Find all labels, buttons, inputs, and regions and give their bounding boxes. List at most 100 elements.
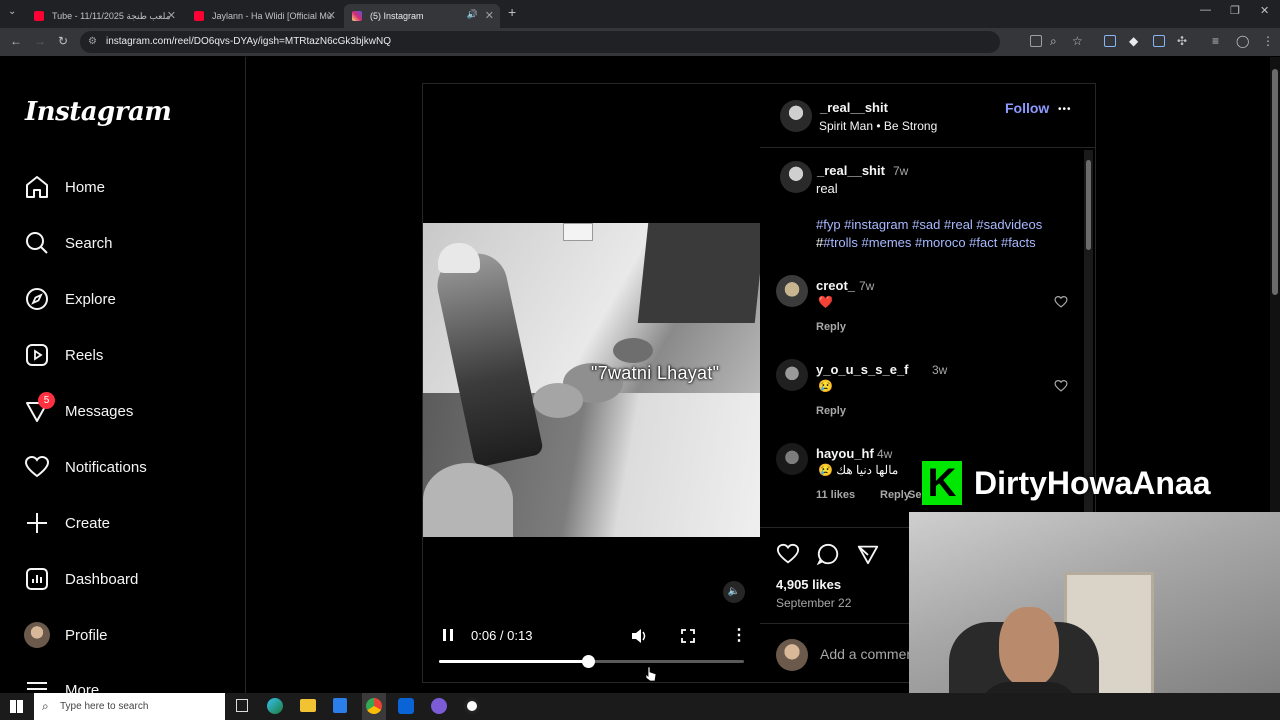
share-send-icon[interactable] (856, 542, 880, 566)
sidebar-item-search[interactable]: Search (24, 228, 113, 258)
mute-toggle-icon[interactable]: 🔈 (723, 581, 745, 603)
edge-icon[interactable] (267, 698, 283, 714)
bookmark-star-icon[interactable]: ☆ (1072, 34, 1083, 48)
fullscreen-icon[interactable] (681, 629, 695, 643)
wall-fixture (563, 223, 593, 241)
sidebar-item-messages[interactable]: 5 Messages (24, 392, 134, 426)
author-avatar[interactable] (780, 100, 812, 132)
comment-avatar[interactable] (776, 443, 808, 475)
address-bar[interactable]: ⚙ instagram.com/reel/DO6qvs-DYAy/igsh=MT… (80, 31, 1000, 53)
comment-age: 3w (932, 363, 948, 377)
browser-menu-icon[interactable]: ⋮ (1262, 34, 1274, 48)
taskbar-search-placeholder: Type here to search (60, 701, 149, 712)
comment-avatar[interactable] (776, 359, 808, 391)
see-translation-button[interactable]: Se (908, 489, 921, 501)
tab-label: Jaylann - Ha Wlidi [Official Mu (212, 11, 332, 21)
rock (423, 463, 513, 537)
reload-icon[interactable]: ↻ (58, 34, 68, 48)
caption-hashtags-line1[interactable]: #fyp #instagram #sad #real #sadvideos (816, 217, 1042, 232)
speaker-icon[interactable]: 🔊 (467, 9, 478, 20)
forward-icon[interactable]: → (34, 34, 46, 48)
sidebar-item-dashboard[interactable]: Dashboard (24, 564, 138, 594)
video-options-icon[interactable]: ⋮ (731, 625, 747, 645)
comment-avatar[interactable] (776, 275, 808, 307)
tab-search-icon[interactable]: ⌄ (8, 6, 16, 17)
scrollbar-thumb[interactable] (1086, 160, 1091, 250)
minimize-icon[interactable]: — (1200, 4, 1211, 16)
tab-label: Tube - 11/11/2025 ملعب طنجة (52, 10, 171, 21)
sidebar-item-label: Create (65, 514, 111, 532)
reading-list-icon[interactable]: ≡ (1212, 34, 1219, 48)
windows-taskbar: ⌕ Type here to search (0, 693, 1280, 720)
caption-author-avatar[interactable] (780, 161, 812, 193)
instagram-logo[interactable]: Instagram (25, 97, 172, 127)
profile-icon[interactable]: ◯ (1236, 34, 1249, 48)
extension-icon[interactable] (1153, 35, 1165, 47)
video-progress-knob[interactable] (582, 655, 596, 668)
translate-extension-icon[interactable] (1104, 35, 1116, 47)
likes-count[interactable]: 4,905 likes (776, 577, 841, 592)
obs-icon[interactable] (464, 698, 480, 714)
windows-start-icon[interactable] (10, 700, 23, 713)
close-tab-icon[interactable]: ✕ (485, 9, 494, 22)
extensions-puzzle-icon[interactable]: ✣ (1177, 34, 1187, 48)
sidebar-item-label: Messages (65, 402, 134, 420)
sidebar-item-notifications[interactable]: Notifications (24, 452, 147, 482)
reply-button[interactable]: Reply (816, 321, 846, 333)
tab-instagram[interactable]: (5) Instagram 🔊 ✕ (344, 4, 500, 28)
reel-video-player[interactable]: "7watni Lhayat" 🔈 0:06 / 0:13 ⋮ (423, 84, 760, 682)
follow-button[interactable]: Follow (1005, 100, 1049, 116)
mouse-cursor-icon (645, 666, 657, 682)
site-info-icon[interactable]: ⚙ (88, 31, 97, 53)
chrome-icon[interactable] (366, 698, 382, 714)
reply-button[interactable]: Reply (880, 489, 910, 501)
browser-toolbar: ← → ↻ ⚙ instagram.com/reel/DO6qvs-DYAy/i… (0, 28, 1280, 56)
sidebar-item-reels[interactable]: Reels (24, 340, 103, 370)
search-icon (26, 232, 48, 254)
sidebar-item-profile[interactable]: Profile (24, 620, 108, 650)
comment-like-heart-icon[interactable] (1054, 295, 1068, 309)
video-progress-bar[interactable] (439, 655, 744, 668)
sidebar-item-more[interactable]: More (24, 676, 99, 693)
caption-hashtags-line2[interactable]: ##trolls #memes #moroco #fact #facts (816, 235, 1036, 250)
close-window-icon[interactable]: ✕ (1260, 4, 1269, 17)
sidebar-item-home[interactable]: Home (24, 172, 105, 202)
reply-button[interactable]: Reply (816, 405, 846, 417)
extension-diamond-icon[interactable]: ◆ (1129, 34, 1138, 48)
task-view-icon[interactable] (236, 699, 248, 712)
like-heart-icon[interactable] (776, 542, 800, 566)
taskbar-search[interactable]: ⌕ Type here to search (34, 693, 225, 720)
webcam-person-face (999, 607, 1059, 687)
volume-icon[interactable] (631, 628, 649, 644)
pause-icon[interactable] (442, 628, 454, 642)
store-icon[interactable] (333, 698, 347, 713)
page-scrollbar-thumb[interactable] (1272, 69, 1278, 295)
caption-hashtags[interactable]: #trolls #memes #moroco #fact #facts (823, 235, 1035, 250)
comment-username[interactable]: hayou_hf (816, 446, 874, 461)
rock (533, 383, 583, 418)
tab-youtube-1[interactable]: Tube - 11/11/2025 ملعب طنجة ✕ (26, 4, 182, 28)
file-explorer-icon[interactable] (300, 699, 316, 712)
close-tab-icon[interactable]: ✕ (327, 9, 336, 22)
comment-username[interactable]: y_o_u_s_s_e_f (816, 362, 909, 377)
caption-username[interactable]: _real__shit (817, 163, 885, 178)
maximize-icon[interactable]: ❐ (1230, 4, 1240, 17)
person-hat (438, 243, 480, 273)
comment-likes-count[interactable]: 11 likes (816, 489, 855, 501)
install-icon[interactable] (1030, 35, 1042, 47)
new-tab-button[interactable]: + (508, 4, 516, 20)
audio-label[interactable]: Spirit Man • Be Strong (819, 119, 937, 133)
author-username[interactable]: _real__shit (820, 100, 888, 115)
comment-username[interactable]: creot_ (816, 278, 855, 293)
comment-bubble-icon[interactable] (816, 542, 840, 566)
back-icon[interactable]: ← (10, 34, 22, 48)
comment-like-heart-icon[interactable] (1054, 379, 1068, 393)
tab-youtube-2[interactable]: Jaylann - Ha Wlidi [Official Mu ✕ (186, 4, 342, 28)
app-icon[interactable] (431, 698, 447, 714)
sidebar-item-create[interactable]: Create (24, 508, 110, 538)
zoom-icon[interactable]: ⌕ (1050, 34, 1057, 49)
sidebar-item-explore[interactable]: Explore (24, 284, 116, 314)
close-tab-icon[interactable]: ✕ (167, 9, 176, 22)
post-options-icon[interactable]: ••• (1058, 104, 1072, 115)
outlook-icon[interactable] (398, 698, 414, 714)
